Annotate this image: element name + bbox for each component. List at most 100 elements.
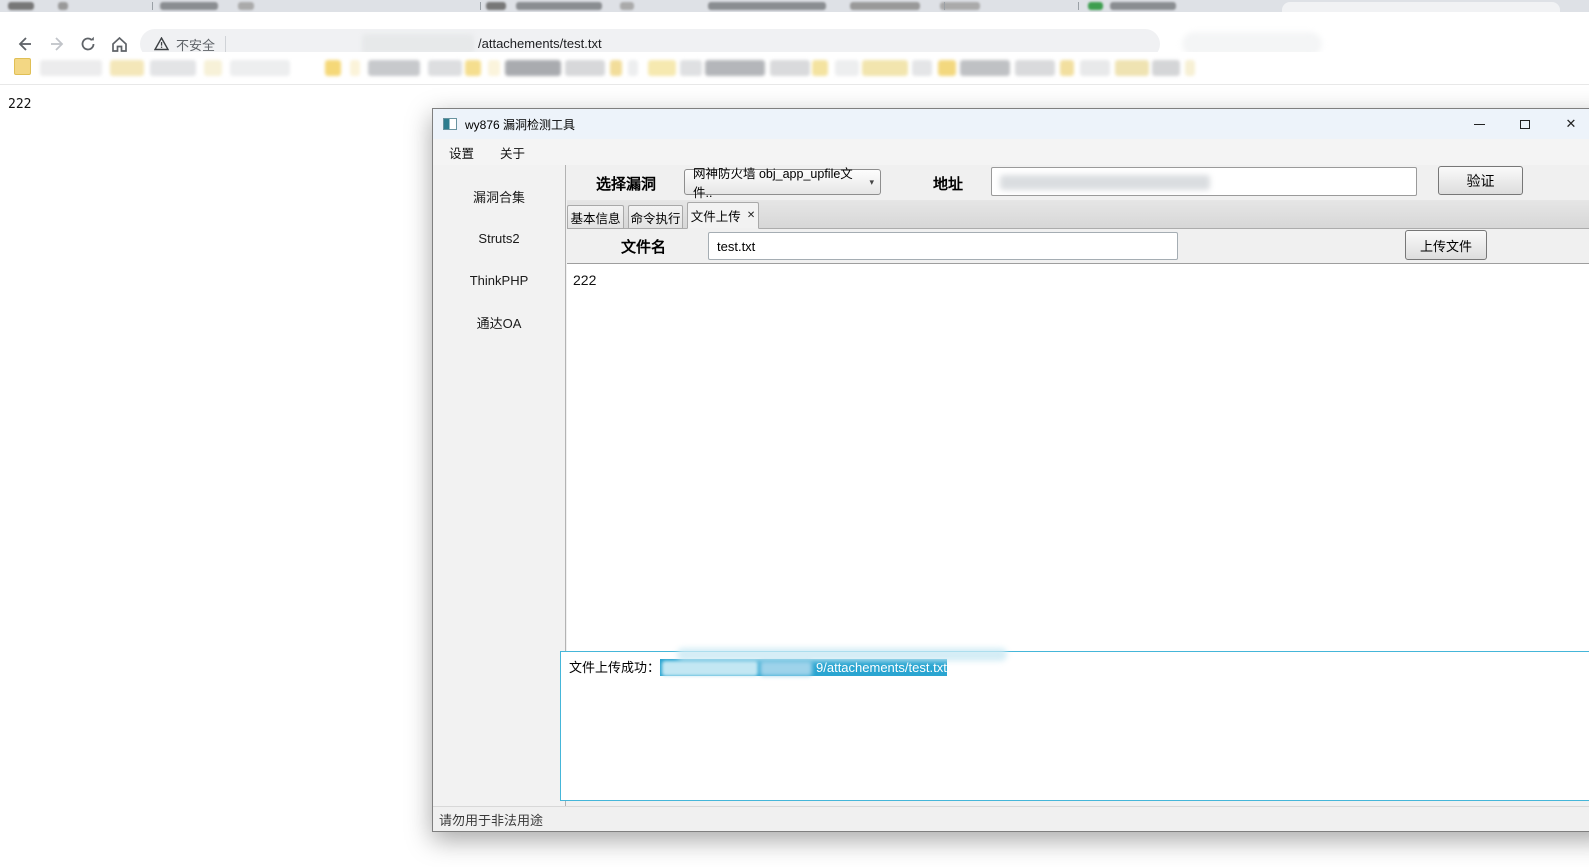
address-label: 地址: [933, 173, 963, 194]
sidebar: 漏洞合集 Struts2 ThinkPHP 通达OA: [433, 165, 566, 806]
sidebar-item-vuln-collection[interactable]: 漏洞合集: [433, 175, 565, 217]
result-url-tail: 9/attachements/test.txt: [816, 660, 947, 675]
menu-item-settings[interactable]: 设置: [439, 140, 484, 165]
redacted-browser-tab[interactable]: [160, 2, 218, 10]
target-address-input[interactable]: [991, 167, 1417, 196]
browser-tab-strip[interactable]: [0, 0, 1589, 12]
redacted-bookmark[interactable]: [628, 60, 638, 76]
sidebar-item-thinkphp[interactable]: ThinkPHP: [433, 259, 565, 301]
filename-label: 文件名: [621, 236, 666, 257]
module-tabs: 基本信息 命令执行 文件上传 ✕: [567, 200, 1589, 229]
address-divider: [225, 36, 226, 52]
redacted-bookmark[interactable]: [1115, 60, 1149, 76]
maximize-button[interactable]: [1507, 109, 1543, 139]
menu-item-about[interactable]: 关于: [490, 140, 535, 165]
upload-file-button[interactable]: 上传文件: [1405, 230, 1487, 260]
sidebar-item-tongda-oa[interactable]: 通达OA: [433, 301, 565, 343]
redacted-browser-tab[interactable]: [1110, 2, 1176, 10]
active-browser-tab[interactable]: [1282, 2, 1560, 12]
redacted-bookmark[interactable]: [912, 60, 932, 76]
redacted-bookmark[interactable]: [680, 60, 702, 76]
close-button[interactable]: ✕: [1553, 109, 1589, 139]
redacted-bookmark[interactable]: [368, 60, 420, 76]
tab-separator: [944, 2, 945, 10]
redacted-bookmark[interactable]: [1060, 60, 1074, 76]
redacted-bookmark[interactable]: [770, 60, 810, 76]
redacted-bookmark[interactable]: [325, 60, 341, 76]
sidebar-item-struts2[interactable]: Struts2: [433, 217, 565, 259]
redacted-bookmark[interactable]: [565, 60, 605, 76]
redacted-bookmark[interactable]: [230, 60, 290, 76]
tab-separator: [152, 2, 153, 10]
redacted-bookmark[interactable]: [835, 60, 859, 76]
redacted-bookmark[interactable]: [465, 60, 481, 76]
redacted-bookmark[interactable]: [812, 60, 828, 76]
redacted-bookmark[interactable]: [960, 60, 1010, 76]
minimize-button[interactable]: [1461, 109, 1497, 139]
select-vuln-label: 选择漏洞: [596, 173, 656, 194]
redacted-bookmark[interactable]: [40, 60, 102, 76]
redacted-browser-tab[interactable]: [8, 2, 34, 10]
redacted-bookmark[interactable]: [938, 60, 956, 76]
redacted-bookmark[interactable]: [110, 60, 144, 76]
warning-triangle-icon: [154, 37, 169, 51]
redacted-browser-tab[interactable]: [238, 2, 254, 10]
result-prefix: 文件上传成功：: [569, 660, 660, 675]
redacted-bookmark[interactable]: [1185, 60, 1195, 76]
app-body: 漏洞合集 Struts2 ThinkPHP 通达OA 选择漏洞 网神防火墙 ob…: [433, 165, 1589, 806]
tab-command-exec[interactable]: 命令执行: [628, 205, 683, 229]
payload-editor[interactable]: 222: [567, 263, 1589, 651]
vuln-select-dropdown[interactable]: 网神防火墙 obj_app_upfile文件.. ▾: [684, 169, 881, 195]
redacted-browser-tab[interactable]: [58, 2, 68, 10]
browser-toolbar: 不安全 /attachements/test.txt: [0, 12, 1589, 52]
redacted-browser-tab[interactable]: [940, 2, 980, 10]
minimize-icon: [1474, 124, 1485, 125]
redacted-browser-tab[interactable]: [1088, 2, 1103, 10]
status-bar: 请勿用于非法用途: [433, 806, 1589, 831]
security-label: 不安全: [176, 35, 215, 54]
vuln-toolbar: 选择漏洞 网神防火墙 obj_app_upfile文件.. ▾ 地址 验证: [567, 165, 1589, 200]
tab-file-upload-label: 文件上传: [691, 206, 741, 225]
tab-file-upload[interactable]: 文件上传 ✕: [687, 202, 759, 229]
chevron-down-icon: ▾: [869, 177, 874, 188]
screen: 不安全 /attachements/test.txt 222 wy876 漏洞检…: [0, 0, 1589, 867]
tab-close-icon[interactable]: ✕: [747, 210, 755, 221]
redacted-bookmark[interactable]: [610, 60, 622, 76]
tab-separator: [1078, 2, 1079, 10]
maximize-icon: [1520, 120, 1530, 129]
bookmark-folder-icon[interactable]: [14, 58, 31, 75]
redacted-browser-tab[interactable]: [620, 2, 634, 10]
redacted-bookmark[interactable]: [862, 60, 908, 76]
payload-text: 222: [573, 272, 596, 288]
redacted-bookmark[interactable]: [1015, 60, 1055, 76]
redacted-browser-tab[interactable]: [850, 2, 920, 10]
redacted-bookmark[interactable]: [350, 60, 360, 76]
filename-input[interactable]: [708, 232, 1178, 260]
redacted-bookmark[interactable]: [428, 60, 462, 76]
result-output[interactable]: 文件上传成功： 9/attachements/test.txt: [560, 651, 1589, 801]
redacted-bookmark[interactable]: [648, 60, 676, 76]
redacted-bookmark[interactable]: [488, 60, 500, 76]
bookmarks-bar: [0, 52, 1589, 85]
redacted-browser-tab[interactable]: [486, 2, 506, 10]
page-body-text: 222: [8, 97, 31, 112]
redacted-bookmark[interactable]: [1080, 60, 1110, 76]
redacted-bookmark[interactable]: [1152, 60, 1180, 76]
redacted-browser-tab[interactable]: [516, 2, 602, 10]
file-row: 文件名 上传文件: [567, 229, 1589, 263]
app-titlebar[interactable]: wy876 漏洞检测工具: [433, 109, 1589, 139]
app-window: wy876 漏洞检测工具 ✕ 设置 关于 漏洞合集 Struts2 ThinkP…: [432, 108, 1589, 832]
redacted-address-value: [1000, 175, 1210, 190]
redacted-browser-tab[interactable]: [708, 2, 826, 10]
content-pane: 选择漏洞 网神防火墙 obj_app_upfile文件.. ▾ 地址 验证 基本…: [567, 165, 1589, 806]
status-text: 请勿用于非法用途: [439, 810, 543, 829]
selected-result-url: 9/attachements/test.txt: [660, 659, 947, 676]
redacted-bookmark[interactable]: [150, 60, 196, 76]
app-menubar: 设置 关于: [433, 139, 1589, 165]
tab-basic-info[interactable]: 基本信息: [567, 205, 624, 229]
app-icon: [443, 118, 457, 130]
redacted-bookmark[interactable]: [204, 60, 222, 76]
redacted-bookmark[interactable]: [705, 60, 765, 76]
verify-button[interactable]: 验证: [1438, 166, 1523, 195]
redacted-bookmark[interactable]: [505, 60, 561, 76]
